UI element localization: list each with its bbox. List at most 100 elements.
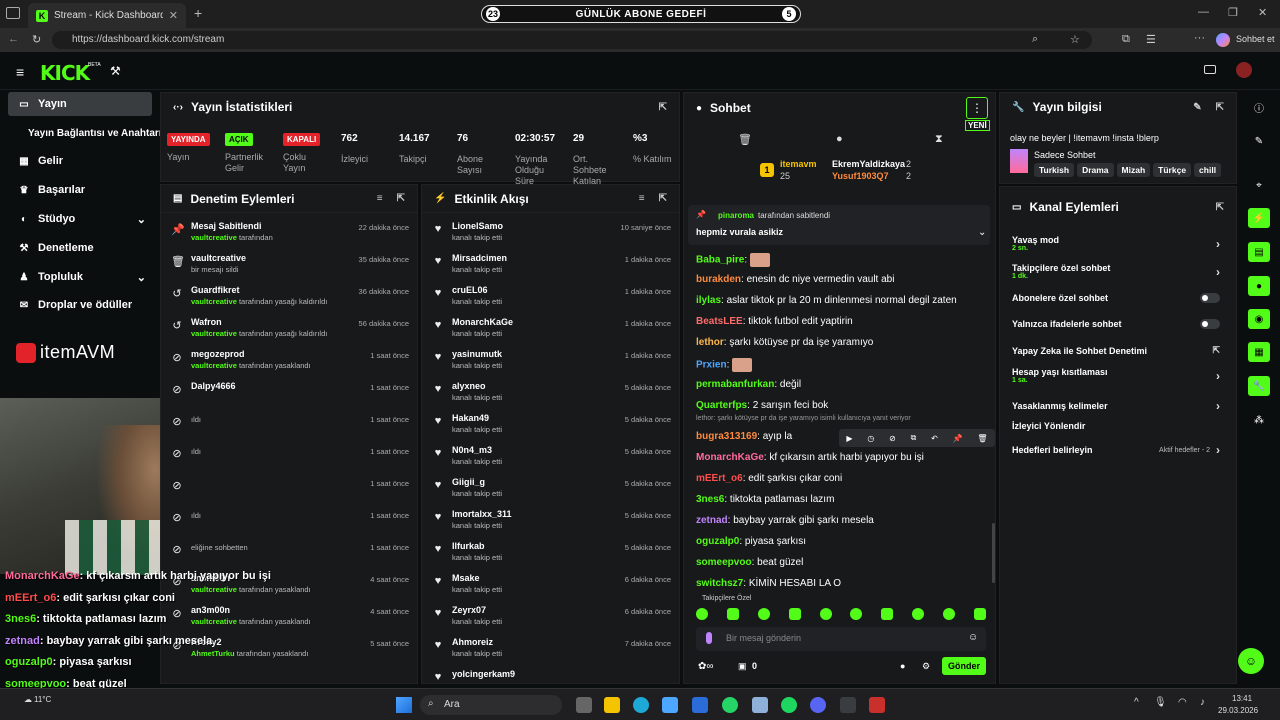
close-window-icon[interactable]: ✕ bbox=[1258, 6, 1267, 19]
table-row[interactable]: ⊘ eliğine sohbetten 1 saat önce bbox=[171, 541, 409, 573]
emote-icon[interactable] bbox=[726, 608, 739, 620]
row-title[interactable]: lmortalxx_311 bbox=[452, 509, 617, 519]
row-sub-user[interactable]: vaultcreative bbox=[191, 329, 237, 338]
external-link-icon[interactable]: ⇱ bbox=[1212, 345, 1220, 356]
chat-message[interactable]: bugra313169: ayıp la bbox=[696, 431, 792, 442]
app2-icon[interactable] bbox=[869, 697, 885, 713]
app-icon[interactable] bbox=[752, 697, 768, 713]
mic-icon[interactable] bbox=[706, 632, 712, 644]
hourglass-icon[interactable]: ⧗ bbox=[935, 133, 943, 146]
back-icon[interactable]: ← bbox=[8, 33, 19, 45]
clock-time[interactable]: 13:41 bbox=[1232, 694, 1252, 703]
chat-settings-icon[interactable]: ● bbox=[836, 133, 843, 145]
pen-icon[interactable]: ✎ bbox=[1248, 131, 1270, 151]
table-row[interactable]: ⊘ Dalpy4666 1 saat önce bbox=[171, 381, 409, 413]
kick-logo[interactable]: KICK bbox=[40, 61, 90, 85]
minimize-icon[interactable]: — bbox=[1198, 6, 1209, 18]
list-item[interactable]: ♥ Ahmoreiz kanalı takip etti 7 dakika ön… bbox=[432, 637, 671, 669]
reply-icon[interactable]: ↶ bbox=[931, 434, 938, 443]
chevron-right-icon[interactable]: › bbox=[1216, 237, 1220, 251]
play-icon[interactable]: ▶ bbox=[846, 434, 852, 443]
tag[interactable]: chill bbox=[1194, 163, 1222, 177]
list-item[interactable]: ♥ lmortalxx_311 kanalı takip etti 5 daki… bbox=[432, 509, 671, 541]
edge-icon[interactable] bbox=[633, 697, 649, 713]
tag[interactable]: Turkish bbox=[1034, 163, 1075, 177]
tag[interactable]: Drama bbox=[1077, 163, 1114, 177]
collections-icon[interactable]: ☰ bbox=[1146, 33, 1156, 46]
channel-action-item[interactable]: Abonelere özel sohbet bbox=[1012, 293, 1220, 303]
chat-message[interactable]: mEErt_o6: edit şarkısı çıkar coni bbox=[696, 473, 842, 484]
row-title[interactable]: Ilfurkab bbox=[452, 541, 617, 551]
chat-scrollbar[interactable] bbox=[992, 523, 995, 583]
row-sub-user[interactable]: vaultcreative bbox=[191, 233, 237, 242]
chevron-right-icon[interactable]: › bbox=[1216, 399, 1220, 413]
row-title[interactable]: Guardfikret bbox=[191, 285, 351, 295]
table-row[interactable]: ⊘ ıldı 1 saat önce bbox=[171, 509, 409, 541]
category-name[interactable]: Sadece Sohbet bbox=[1034, 150, 1096, 160]
channel-action-item[interactable]: İzleyici Yönlendir bbox=[1012, 421, 1220, 431]
copilot-icon[interactable] bbox=[1216, 33, 1230, 47]
file-explorer-icon[interactable] bbox=[604, 697, 620, 713]
avatar[interactable] bbox=[1236, 62, 1252, 78]
address-bar[interactable]: https://dashboard.kick.com/stream bbox=[52, 31, 1092, 49]
toggle-switch[interactable] bbox=[1200, 293, 1220, 303]
popout-icon[interactable]: ⇱ bbox=[659, 193, 667, 204]
extensions-icon[interactable]: ⧉ bbox=[1122, 33, 1130, 46]
info-icon[interactable]: ⓘ bbox=[1248, 97, 1270, 117]
row-title[interactable]: Hakan49 bbox=[452, 413, 617, 423]
row-title[interactable]: MonarchKaGe bbox=[452, 317, 617, 327]
sidebar-item-droplar[interactable]: ✉ Droplar ve ödüller bbox=[8, 293, 152, 317]
row-title[interactable]: Zeyrx07 bbox=[452, 605, 617, 615]
row-title[interactable]: Mesaj Sabitlendi bbox=[191, 221, 351, 231]
pinned-message[interactable]: 📌 pinaroma tarafından sabitlendi hepmiz … bbox=[688, 205, 990, 245]
table-row[interactable]: 🗑 vaultcreative bir mesajı sildi 35 daki… bbox=[171, 253, 409, 285]
chat-icon[interactable]: ● bbox=[1248, 276, 1270, 296]
gear-icon[interactable]: ⚙ bbox=[922, 661, 930, 672]
row-title[interactable]: megozeprod bbox=[191, 349, 362, 359]
favorite-icon[interactable]: ☆ bbox=[1070, 33, 1080, 46]
list-item[interactable]: ♥ cruEL06 kanalı takip etti 1 dakika önc… bbox=[432, 285, 671, 317]
sidebar-item-yayin[interactable]: ▭ Yayın bbox=[8, 92, 152, 116]
list-item[interactable]: ♥ yasinumutk kanalı takip etti 1 dakika … bbox=[432, 349, 671, 381]
whatsapp-icon[interactable] bbox=[722, 697, 738, 713]
table-row[interactable]: ⊘ ıldı 1 saat önce bbox=[171, 413, 409, 445]
chat-username[interactable]: 3nes6 bbox=[696, 494, 724, 505]
chat-username[interactable]: zetnad bbox=[696, 515, 728, 526]
row-title[interactable]: Dalpy4666 bbox=[191, 381, 362, 391]
sidebar-item-topluluk[interactable]: ♟ Topluluk ⌄ bbox=[8, 265, 152, 289]
emote-icon[interactable] bbox=[696, 608, 708, 620]
broadcast-icon[interactable]: ◉ bbox=[1248, 309, 1270, 329]
emote-icon[interactable] bbox=[881, 608, 894, 620]
menu-dots-icon[interactable]: ··· bbox=[1194, 32, 1205, 44]
emote-icon[interactable] bbox=[757, 608, 770, 620]
close-tab-icon[interactable]: ✕ bbox=[169, 9, 178, 22]
chat-emote-icon[interactable]: ● bbox=[900, 661, 905, 671]
edit-icon[interactable]: ✎ bbox=[1193, 102, 1201, 113]
chat-username[interactable]: lethor bbox=[696, 337, 724, 348]
copilot-label[interactable]: Sohbet et bbox=[1236, 34, 1275, 44]
row-title[interactable]: an3m00n bbox=[191, 605, 362, 615]
notes-icon[interactable]: ▤ bbox=[1248, 242, 1270, 262]
list-item[interactable]: ♥ Giigii_g kanalı takip etti 5 dakika ön… bbox=[432, 477, 671, 509]
chat-username[interactable]: bugra313169 bbox=[696, 431, 757, 442]
chat-message[interactable]: switchsz7: KİMİN HESABI LA O bbox=[696, 578, 841, 589]
row-title[interactable]: LionelSamo bbox=[452, 221, 613, 231]
chat-message[interactable]: BeatsLEE: tiktok futbol edit yaptirin bbox=[696, 316, 853, 327]
chat-username[interactable]: switchsz7 bbox=[696, 578, 743, 589]
tray-chevron-icon[interactable]: ^ bbox=[1134, 697, 1139, 708]
row-title[interactable]: Kroxy2 bbox=[191, 637, 362, 647]
list-item[interactable]: ♥ Hakan49 kanalı takip etti 5 dakika önc… bbox=[432, 413, 671, 445]
emote-icon[interactable] bbox=[819, 608, 832, 620]
channel-action-item[interactable]: Yasaklanmış kelimeler › bbox=[1012, 399, 1220, 413]
row-title[interactable]: cruEL06 bbox=[452, 285, 617, 295]
list-item[interactable]: ♥ MonarchKaGe kanalı takip etti 1 dakika… bbox=[432, 317, 671, 349]
ban-icon[interactable]: ⊘ bbox=[889, 434, 896, 443]
list-item[interactable]: ♥ Zeyrx07 kanalı takip etti 6 dakika önc… bbox=[432, 605, 671, 637]
refresh-icon[interactable]: ↻ bbox=[32, 33, 41, 46]
taskbar-search[interactable]: ⌕ Ara bbox=[420, 695, 562, 715]
emote-icon[interactable] bbox=[788, 608, 801, 620]
sidebar-item-gelir[interactable]: ▦ Gelir bbox=[8, 149, 152, 173]
start-icon[interactable] bbox=[396, 697, 412, 713]
table-row[interactable]: ↺ Guardfikret vaultcreative tarafından y… bbox=[171, 285, 409, 317]
row-sub-user[interactable]: AhmetTurku bbox=[191, 649, 235, 658]
